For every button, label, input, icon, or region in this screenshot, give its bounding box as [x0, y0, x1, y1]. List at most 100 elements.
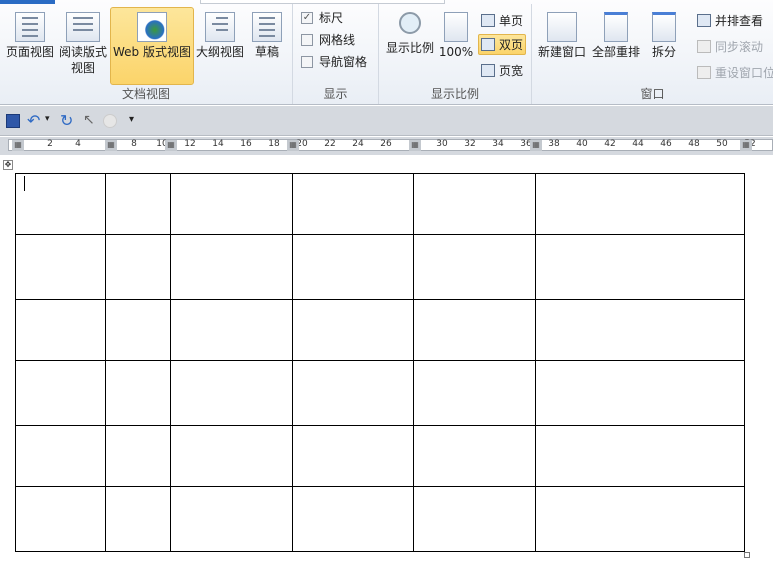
table-cell[interactable] [15, 234, 106, 300]
ruler-number: 14 [212, 139, 224, 149]
table-cell[interactable] [292, 173, 414, 235]
undo-icon[interactable]: ↶ [27, 111, 40, 130]
table-cell[interactable] [105, 234, 171, 300]
draft-icon [252, 12, 282, 42]
web-layout-icon [137, 12, 167, 42]
new-window-button[interactable]: 新建窗口 [536, 7, 588, 61]
column-marker[interactable]: ▦ [12, 140, 24, 151]
table-cell[interactable] [170, 486, 293, 552]
split-button[interactable]: 拆分 [644, 7, 684, 61]
table-cell[interactable] [535, 425, 745, 487]
group-label: 文档视图 [121, 87, 170, 101]
table-row [15, 299, 745, 361]
reset-position-button[interactable]: 重设窗口位 [694, 62, 773, 83]
column-marker[interactable]: ▦ [165, 140, 177, 151]
table-cell[interactable] [15, 299, 106, 361]
table-row [15, 486, 745, 552]
group-label: 窗口 [640, 87, 665, 101]
page-width-icon [481, 64, 495, 77]
table-cell[interactable] [15, 173, 106, 235]
document-area[interactable]: ✥ [0, 157, 773, 572]
checkbox-icon [301, 33, 313, 46]
group-show: ✓ 标尺 网格线 导航窗格 显示 [293, 4, 379, 104]
ruler-number: 30 [436, 139, 448, 149]
ruler-number: 38 [548, 139, 560, 149]
sync-scroll-icon [697, 40, 711, 53]
ruler-number: 42 [604, 139, 616, 149]
nav-pane-checkbox[interactable]: 导航窗格 [301, 53, 367, 70]
table-cell[interactable] [535, 360, 745, 426]
ruler-checkbox[interactable]: ✓ 标尺 [301, 9, 343, 26]
ruler-number: 48 [688, 139, 700, 149]
side-by-side-button[interactable]: 并排查看 [694, 10, 766, 31]
table-row [15, 173, 745, 235]
two-pages-button[interactable]: 双页 [478, 34, 527, 55]
draft-button[interactable]: 草稿 [246, 7, 288, 61]
group-zoom: 显示比例 100% 单页 双页 页宽 显示比例 [379, 4, 532, 104]
table-cell[interactable] [413, 486, 536, 552]
sync-scroll-button[interactable]: 同步滚动 [694, 36, 766, 57]
ruler-number: 18 [268, 139, 280, 149]
table-cell[interactable] [292, 234, 414, 300]
table-cell[interactable] [413, 360, 536, 426]
table-cell[interactable] [15, 486, 106, 552]
table-move-handle-icon[interactable]: ✥ [3, 160, 13, 170]
table-cell[interactable] [292, 299, 414, 361]
column-marker[interactable]: ▦ [530, 140, 542, 151]
table-cell[interactable] [170, 425, 293, 487]
column-marker[interactable]: ▦ [409, 140, 421, 151]
zoom-button[interactable]: 显示比例 [383, 7, 437, 57]
document-table[interactable] [15, 173, 745, 552]
table-cell[interactable] [170, 360, 293, 426]
page-width-button[interactable]: 页宽 [478, 60, 526, 81]
table-cell[interactable] [15, 360, 106, 426]
undo-dropdown-icon[interactable]: ▾ [45, 114, 50, 124]
outline-button[interactable]: 大纲视图 [194, 7, 246, 61]
redo-icon[interactable]: ↻ [60, 111, 73, 130]
outline-icon [205, 12, 235, 42]
table-cell[interactable] [170, 173, 293, 235]
table-cell[interactable] [292, 425, 414, 487]
table-cell[interactable] [105, 173, 171, 235]
ruler-number: 16 [240, 139, 252, 149]
table-cell[interactable] [105, 486, 171, 552]
table-cell[interactable] [105, 360, 171, 426]
column-marker[interactable]: ▦ [287, 140, 299, 151]
table-cell[interactable] [535, 234, 745, 300]
table-cell[interactable] [292, 360, 414, 426]
zoom-100-button[interactable]: 100% [437, 7, 475, 61]
group-doc-views: 页面视图 阅读版式视图 Web 版式视图 大纲视图 草稿 文档视图 [0, 4, 293, 104]
table-cell[interactable] [413, 173, 536, 235]
disabled-circle-icon [103, 114, 117, 128]
table-cell[interactable] [105, 299, 171, 361]
table-row [15, 234, 745, 300]
web-layout-button[interactable]: Web 版式视图 [110, 7, 194, 85]
table-resize-handle[interactable] [744, 552, 750, 558]
group-window: 新建窗口 全部重排 拆分 并排查看 同步滚动 重设窗口位 窗口 [532, 4, 773, 104]
customize-toolbar-icon[interactable]: ▾ [129, 114, 134, 125]
table-cell[interactable] [535, 173, 745, 235]
horizontal-ruler[interactable]: 2 4 8 10 12 14 16 18 20 22 24 26 30 32 34 36 38 40 42 44 46 4… [0, 137, 773, 155]
ruler-number: 46 [660, 139, 672, 149]
ruler-number: 26 [380, 139, 392, 149]
gridlines-checkbox[interactable]: 网格线 [301, 31, 355, 48]
arrange-all-button[interactable]: 全部重排 [590, 7, 642, 61]
table-cell[interactable] [535, 299, 745, 361]
group-label: 显示 [323, 87, 348, 101]
reading-layout-button[interactable]: 阅读版式视图 [57, 7, 109, 77]
one-page-button[interactable]: 单页 [478, 10, 526, 31]
column-marker[interactable]: ▦ [105, 140, 117, 151]
table-cell[interactable] [105, 425, 171, 487]
table-cell[interactable] [413, 425, 536, 487]
table-cell[interactable] [170, 234, 293, 300]
page-layout-button[interactable]: 页面视图 [4, 7, 56, 61]
save-icon[interactable] [6, 114, 20, 128]
table-cell[interactable] [413, 299, 536, 361]
table-cell[interactable] [15, 425, 106, 487]
table-cell[interactable] [413, 234, 536, 300]
table-cell[interactable] [292, 486, 414, 552]
table-cell[interactable] [170, 299, 293, 361]
column-marker[interactable]: ▦ [740, 140, 752, 151]
pointer-icon[interactable]: ↖ [83, 112, 95, 128]
table-cell[interactable] [535, 486, 745, 552]
